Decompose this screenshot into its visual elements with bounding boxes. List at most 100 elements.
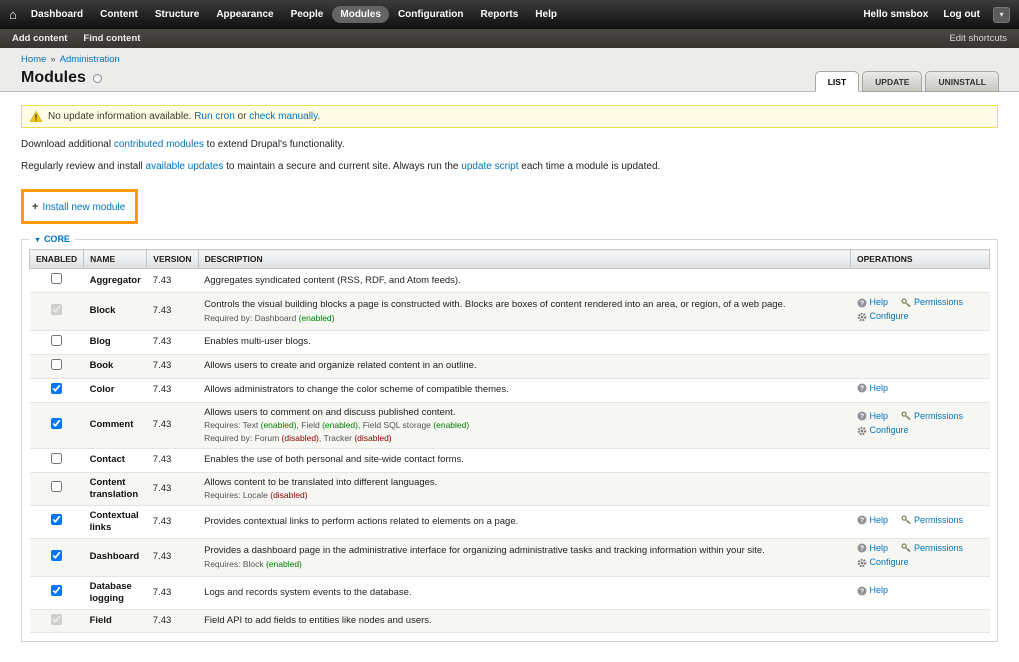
module-enabled-checkbox-book[interactable] [51,358,63,370]
module-version: 7.43 [146,268,199,293]
module-enabled-checkbox-contextual-links[interactable] [51,514,63,526]
toolbar-item-reports[interactable]: Reports [472,6,526,23]
help-link[interactable]: ? Help [857,411,888,422]
core-collapse-toggle[interactable]: ▼ CORE [34,234,70,244]
page-header: Home » Administration Modules LIST UPDATE UN… [0,48,1019,92]
module-table-header-row: ENABLED NAME VERSION DESCRIPTION OPERATIONS [28,249,990,269]
breadcrumb-link-home[interactable]: Home [21,54,46,65]
run-cron-link[interactable]: Run cron [194,111,235,122]
core-fieldset: ▼ CORE ENABLED NAME VERSION DESCRIPTION OPERA… [21,234,998,643]
help-link[interactable]: ? Help [857,297,888,308]
module-enabled-checkbox-aggregator[interactable] [51,273,63,284]
configure-icon [857,312,867,322]
admin-toolbar: ⌂ Dashboard Content Structure Appearance Peo… [0,0,1019,29]
module-description: Provides contextual links to perform act… [204,515,519,527]
module-description: Controls the visual building blocks a pa… [204,299,786,311]
contributed-modules-link[interactable]: contributed modules [114,139,204,150]
toolbar-item-configuration[interactable]: Configuration [390,6,472,23]
shortcut-item-find-content[interactable]: Find content [83,33,140,44]
core-legend-label: CORE [43,234,70,244]
permissions-link[interactable]: Permissions [901,297,963,308]
help-label: Help [869,585,889,596]
module-row-field: Field 7.43 Field API to add fields to enti… [29,609,990,634]
permissions-link[interactable]: Permissions [901,543,963,554]
module-enabled-checkbox-dashboard[interactable] [51,549,63,561]
module-version: 7.43 [146,292,199,331]
warning-message-text: No update information available. Run cro… [48,111,320,122]
page-content: ! No update information available. Run c… [0,105,1019,662]
column-header-name: NAME [83,249,148,269]
toolbar-toggle-button[interactable]: ▾ [993,6,1010,23]
module-enabled-checkbox-contact[interactable] [51,452,63,464]
module-description: Provides a dashboard page in the adminis… [204,545,765,556]
breadcrumb-link-administration[interactable]: Administration [60,54,120,65]
module-name: Blog [83,330,147,355]
module-enabled-checkbox-content-translation[interactable] [51,481,63,493]
help-label: Help [869,382,889,393]
tab-uninstall[interactable]: UNINSTALL [925,71,999,92]
permissions-link[interactable]: Permissions [901,411,963,422]
module-enabled-checkbox-color[interactable] [51,382,63,394]
user-greeting-link[interactable]: Hello smsbox [863,9,928,20]
page-title-help-icon[interactable] [92,73,102,83]
home-icon[interactable]: ⌂ [9,8,17,21]
dependency-module-name: Field [301,420,323,431]
module-enabled-checkbox-database-logging[interactable] [51,585,63,597]
dependency-module-name: Text [242,420,261,431]
tab-list[interactable]: LIST [814,71,860,92]
module-row-contact: Contact 7.43 Enables the use of both perso… [29,448,990,473]
edit-shortcuts-link[interactable]: Edit shortcuts [949,33,1007,44]
configure-link[interactable]: Configure [857,311,909,322]
logout-link[interactable]: Log out [943,9,980,20]
svg-text:?: ? [859,589,863,596]
module-enabled-checkbox-blog[interactable] [51,334,63,346]
update-script-link[interactable]: update script [461,161,518,172]
toolbar-item-content[interactable]: Content [92,6,146,23]
check-manually-link[interactable]: check manually [249,111,317,122]
module-row-blog: Blog 7.43 Enables multi-user blogs. [29,330,990,355]
help-link[interactable]: ? Help [857,543,888,554]
available-updates-link[interactable]: available updates [146,161,224,172]
module-enabled-checkbox-comment[interactable] [51,417,63,429]
configure-label: Configure [869,425,909,436]
module-row-color: Color 7.43 Allows administrators to change… [29,378,990,403]
module-row-comment: Comment 7.43 Allows users to comment on an… [29,402,990,449]
tab-update[interactable]: UPDATE [862,71,923,92]
configure-link[interactable]: Configure [857,425,909,436]
module-description: Aggregates syndicated content (RSS, RDF,… [204,274,461,286]
toolbar-item-modules[interactable]: Modules [332,6,389,23]
permissions-label: Permissions [914,296,964,307]
toolbar-item-appearance[interactable]: Appearance [208,6,281,23]
module-row-contextual-links: Contextual links 7.43 Provides contextual … [29,505,990,539]
intro-text-segment: each time a module is updated. [518,161,661,172]
module-version: 7.43 [146,330,199,355]
help-link[interactable]: ? Help [857,382,889,394]
module-name: Dashboard [83,538,147,577]
toolbar-item-help[interactable]: Help [527,6,565,23]
permissions-icon [901,297,911,308]
toolbar-item-dashboard[interactable]: Dashboard [23,6,91,23]
module-name: Field [83,609,147,634]
intro-text-segment: to extend Drupal's functionality. [203,139,345,150]
module-version: 7.43 [146,576,199,610]
module-row-dashboard: Dashboard 7.43 Provides a dashboard page i… [29,538,990,577]
collapse-arrow-icon: ▼ [34,237,41,244]
module-row-database-logging: Database logging 7.43 Logs and records sys… [29,576,990,610]
module-version: 7.43 [146,354,199,379]
configure-link[interactable]: Configure [857,557,909,568]
configure-icon [857,426,867,436]
help-link[interactable]: ? Help [857,515,888,526]
module-version: 7.43 [146,472,199,506]
intro-text-segment: to maintain a secure and current site. A… [223,161,462,172]
column-header-operations: OPERATIONS [850,249,990,269]
permissions-link[interactable]: Permissions [901,515,963,526]
warning-text-segment: No update information available. [48,111,195,122]
shortcut-item-add-content[interactable]: Add content [12,33,67,44]
toolbar-item-structure[interactable]: Structure [147,6,207,23]
toolbar-item-people[interactable]: People [283,6,332,23]
install-new-module-link[interactable]: + Install new module [32,202,125,214]
help-link[interactable]: ? Help [857,585,889,596]
module-row-book: Book 7.43 Allows users to create and organ… [29,354,990,379]
module-name: Contextual links [83,505,147,539]
svg-text:!: ! [35,114,38,122]
